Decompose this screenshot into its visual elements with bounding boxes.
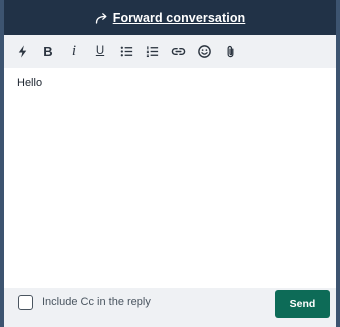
formatting-toolbar: B i U: [4, 35, 336, 68]
lightning-icon: [18, 45, 26, 58]
attachment-button[interactable]: [217, 39, 243, 65]
underline-icon: U: [95, 44, 105, 57]
dialog-title: Forward conversation: [112, 10, 246, 25]
emoji-button[interactable]: [191, 39, 217, 65]
message-editor[interactable]: Hello: [4, 68, 336, 288]
include-cc-checkbox[interactable]: [18, 295, 33, 310]
dialog-header: Forward conversation: [4, 0, 336, 35]
link-button[interactable]: [165, 39, 191, 65]
bullet-list-button[interactable]: [113, 39, 139, 65]
include-cc-label: Include Cc in the reply: [42, 296, 151, 308]
smiley-icon: [197, 45, 211, 58]
underline-button[interactable]: U: [87, 39, 113, 65]
quick-actions-button[interactable]: [9, 39, 35, 65]
italic-icon: i: [71, 43, 77, 59]
paperclip-icon: [227, 46, 233, 58]
send-button[interactable]: Send: [275, 290, 330, 318]
numbered-list-button[interactable]: [139, 39, 165, 65]
bold-icon: B: [43, 44, 53, 59]
numbered-list-icon: [146, 46, 158, 58]
italic-button[interactable]: i: [61, 39, 87, 65]
message-body-text: Hello: [17, 77, 43, 89]
link-icon: [171, 47, 185, 56]
forward-conversation-link[interactable]: Forward conversation: [95, 11, 246, 25]
bold-button[interactable]: B: [35, 39, 61, 65]
forward-dialog: Forward conversation B i U Hello Include…: [4, 0, 336, 327]
forward-arrow-icon: [95, 12, 107, 24]
bullet-list-icon: [120, 46, 132, 57]
